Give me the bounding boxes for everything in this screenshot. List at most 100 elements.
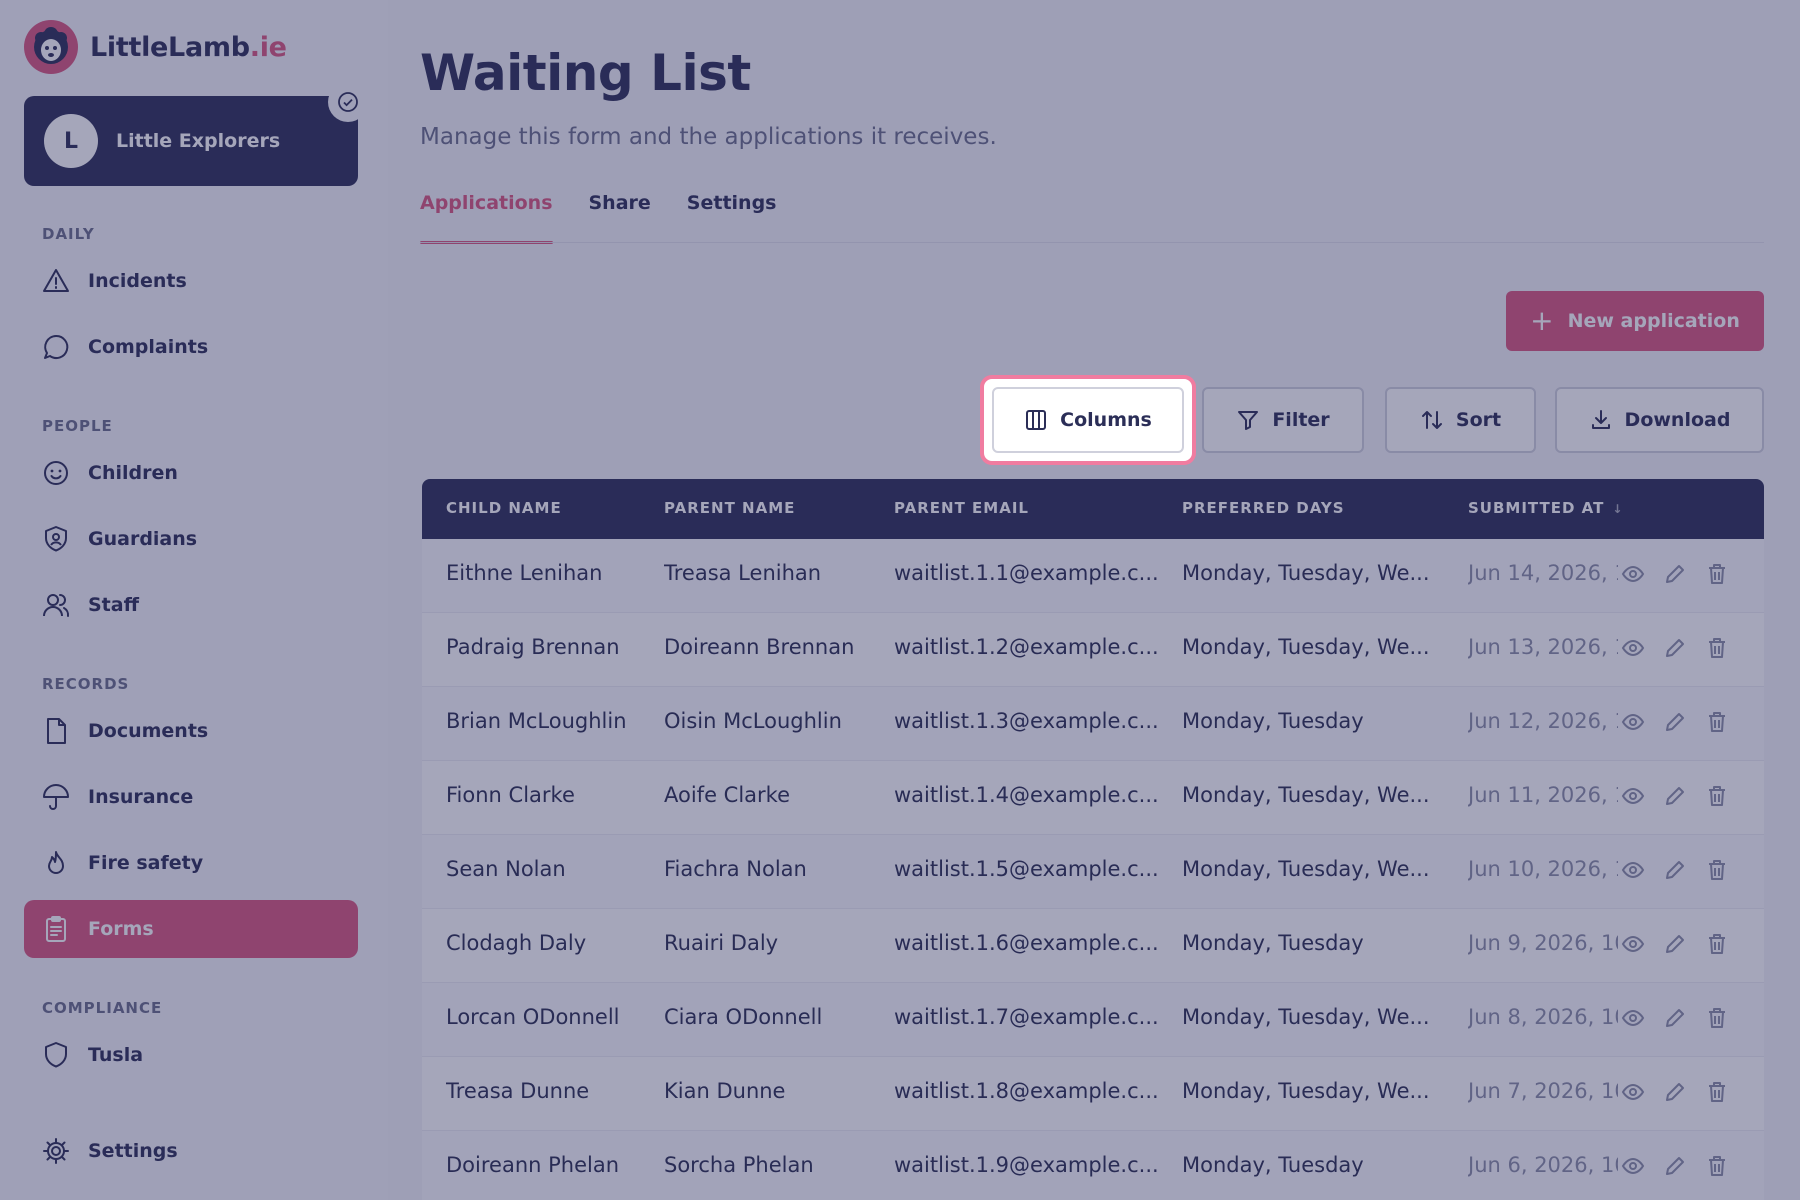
edit-pencil-icon[interactable]	[1662, 707, 1688, 737]
cell-parent-email: waitlist.1.9@example.c...	[894, 1153, 1159, 1177]
tabs-divider	[420, 242, 1764, 243]
delete-trash-icon[interactable]	[1704, 707, 1730, 737]
view-eye-icon[interactable]	[1620, 1077, 1646, 1107]
delete-trash-icon[interactable]	[1704, 929, 1730, 959]
download-button[interactable]: Download	[1555, 387, 1764, 453]
sidebar-item-forms[interactable]: Forms	[24, 900, 358, 958]
delete-trash-icon[interactable]	[1704, 633, 1730, 663]
view-eye-icon[interactable]	[1620, 781, 1646, 811]
brand-logo[interactable]: LittleLamb.ie	[24, 20, 287, 74]
row-actions	[1620, 1003, 1730, 1033]
sidebar-item-fire-safety[interactable]: Fire safety	[24, 834, 358, 892]
delete-trash-icon[interactable]	[1704, 1077, 1730, 1107]
edit-pencil-icon[interactable]	[1662, 559, 1688, 589]
header-preferred-days[interactable]: PREFERRED DAYS	[1182, 499, 1462, 517]
delete-trash-icon[interactable]	[1704, 1151, 1730, 1181]
table-row[interactable]: Padraig Brennan Doireann Brennan waitlist.…	[422, 613, 1764, 687]
delete-trash-icon[interactable]	[1704, 559, 1730, 589]
header-parent-name[interactable]: PARENT NAME	[664, 499, 884, 517]
cell-preferred-days: Monday, Tuesday	[1182, 931, 1364, 955]
sidebar-item-guardians[interactable]: Guardians	[24, 510, 358, 568]
edit-pencil-icon[interactable]	[1662, 1003, 1688, 1033]
tab-settings[interactable]: Settings	[687, 192, 777, 244]
edit-pencil-icon[interactable]	[1662, 633, 1688, 663]
clipboard-icon	[42, 915, 70, 943]
cell-parent-name: Treasa Lenihan	[664, 561, 822, 585]
cell-parent-name: Sorcha Phelan	[664, 1153, 814, 1177]
chat-bubble-icon	[42, 333, 70, 361]
view-eye-icon[interactable]	[1620, 1151, 1646, 1181]
view-eye-icon[interactable]	[1620, 707, 1646, 737]
sidebar-item-children[interactable]: Children	[24, 444, 358, 502]
delete-trash-icon[interactable]	[1704, 855, 1730, 885]
tab-applications[interactable]: Applications	[420, 192, 553, 244]
sidebar-item-settings[interactable]: Settings	[24, 1122, 358, 1180]
view-eye-icon[interactable]	[1620, 559, 1646, 589]
delete-trash-icon[interactable]	[1704, 1003, 1730, 1033]
header-child-name[interactable]: CHILD NAME	[446, 499, 656, 517]
new-application-button[interactable]: + New application	[1506, 291, 1764, 351]
sidebar-item-staff[interactable]: Staff	[24, 576, 358, 634]
cell-parent-email: waitlist.1.5@example.c...	[894, 857, 1159, 881]
table-row[interactable]: Sean Nolan Fiachra Nolan waitlist.1.5@exam…	[422, 835, 1764, 909]
check-circle-icon	[328, 82, 368, 122]
download-label: Download	[1624, 409, 1731, 431]
table-row[interactable]: Fionn Clarke Aoife Clarke waitlist.1.4@exa…	[422, 761, 1764, 835]
header-submitted-at[interactable]: SUBMITTED AT ↓	[1468, 499, 1668, 517]
cell-parent-email: waitlist.1.1@example.c...	[894, 561, 1159, 585]
view-eye-icon[interactable]	[1620, 855, 1646, 885]
edit-pencil-icon[interactable]	[1662, 1151, 1688, 1181]
sidebar-item-label: Children	[88, 462, 178, 484]
header-parent-email[interactable]: PARENT EMAIL	[894, 499, 1174, 517]
cell-submitted-at: Jun 6, 2026, 10	[1468, 1153, 1618, 1177]
columns-button[interactable]: Columns	[992, 387, 1184, 453]
shield-user-icon	[42, 525, 70, 553]
cell-submitted-at: Jun 14, 2026, 1	[1468, 561, 1618, 585]
org-switcher[interactable]: L Little Explorers	[24, 82, 368, 186]
sort-button[interactable]: Sort	[1385, 387, 1536, 453]
cell-parent-name: Oisin McLoughlin	[664, 709, 842, 733]
table-row[interactable]: Treasa Dunne Kian Dunne waitlist.1.8@examp…	[422, 1057, 1764, 1131]
sidebar-item-insurance[interactable]: Insurance	[24, 768, 358, 826]
view-eye-icon[interactable]	[1620, 1003, 1646, 1033]
tab-share[interactable]: Share	[589, 192, 651, 244]
edit-pencil-icon[interactable]	[1662, 855, 1688, 885]
sort-label: Sort	[1455, 409, 1502, 431]
table-row[interactable]: Doireann Phelan Sorcha Phelan waitlist.1.9…	[422, 1131, 1764, 1200]
table-row[interactable]: Brian McLoughlin Oisin McLoughlin waitlist…	[422, 687, 1764, 761]
cell-parent-name: Aoife Clarke	[664, 783, 790, 807]
cell-parent-email: waitlist.1.3@example.c...	[894, 709, 1159, 733]
org-avatar: L	[44, 114, 98, 168]
table-row[interactable]: Lorcan ODonnell Ciara ODonnell waitlist.1.…	[422, 983, 1764, 1057]
columns-button-highlight: Columns	[980, 375, 1196, 465]
cell-parent-email: waitlist.1.2@example.c...	[894, 635, 1159, 659]
cell-child-name: Lorcan ODonnell	[446, 1005, 620, 1029]
cell-child-name: Treasa Dunne	[446, 1079, 590, 1103]
table-row[interactable]: Clodagh Daly Ruairi Daly waitlist.1.6@exam…	[422, 909, 1764, 983]
edit-pencil-icon[interactable]	[1662, 1077, 1688, 1107]
delete-trash-icon[interactable]	[1704, 781, 1730, 811]
page-subtitle: Manage this form and the applications it…	[420, 124, 997, 150]
cell-preferred-days: Monday, Tuesday, We...	[1182, 635, 1430, 659]
filter-button[interactable]: Filter	[1202, 387, 1364, 453]
cell-submitted-at: Jun 11, 2026, 1	[1468, 783, 1618, 807]
sidebar-item-label: Fire safety	[88, 852, 204, 874]
view-eye-icon[interactable]	[1620, 929, 1646, 959]
download-icon	[1591, 410, 1610, 429]
columns-label: Columns	[1060, 409, 1152, 431]
edit-pencil-icon[interactable]	[1662, 781, 1688, 811]
cell-submitted-at: Jun 13, 2026, 1	[1468, 635, 1618, 659]
cell-child-name: Brian McLoughlin	[446, 709, 627, 733]
sidebar-item-incidents[interactable]: Incidents	[24, 252, 358, 310]
sidebar-item-complaints[interactable]: Complaints	[24, 318, 358, 376]
table-row[interactable]: Eithne Lenihan Treasa Lenihan waitlist.1.1…	[422, 539, 1764, 613]
view-eye-icon[interactable]	[1620, 633, 1646, 663]
smiley-icon	[42, 459, 70, 487]
sidebar-item-documents[interactable]: Documents	[24, 702, 358, 760]
sidebar-item-tusla[interactable]: Tusla	[24, 1026, 358, 1084]
row-actions	[1620, 1077, 1730, 1107]
section-compliance: COMPLIANCE	[42, 999, 163, 1017]
cell-parent-email: waitlist.1.7@example.c...	[894, 1005, 1159, 1029]
new-application-label: New application	[1567, 310, 1740, 332]
edit-pencil-icon[interactable]	[1662, 929, 1688, 959]
